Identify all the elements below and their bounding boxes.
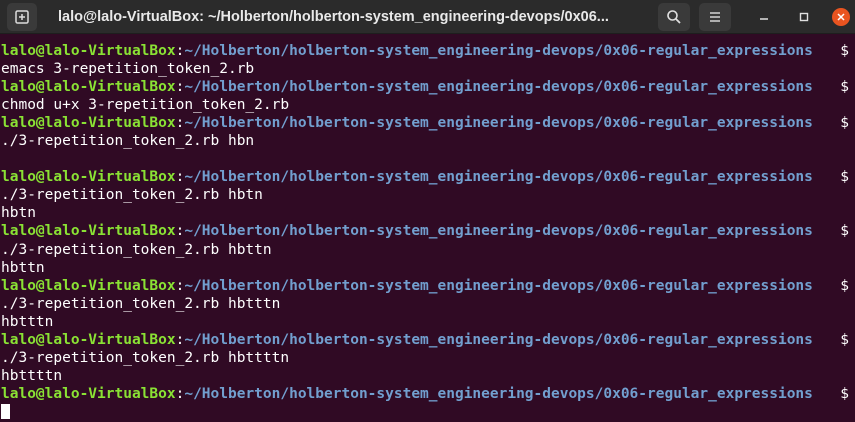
prompt-path: ~/Holberton/holberton-system_engineering… [184, 331, 813, 348]
prompt-dollar: $ [840, 79, 849, 96]
close-button[interactable] [832, 8, 850, 26]
command-line: emacs 3-repetition_token_2.rb [1, 61, 255, 78]
prompt-dollar: $ [840, 43, 849, 59]
prompt-user: lalo@lalo-VirtualBox [1, 169, 176, 186]
hamburger-menu-icon [710, 12, 720, 22]
prompt-user: lalo@lalo-VirtualBox [1, 79, 176, 96]
output-line: hbtttn [1, 313, 54, 330]
command-line: ./3-repetition_token_2.rb hbn [1, 133, 255, 150]
search-icon [667, 10, 681, 24]
prompt-path: ~/Holberton/holberton-system_engineering… [184, 79, 813, 96]
prompt-line: lalo@lalo-VirtualBox:~/Holberton/holbert… [1, 168, 849, 186]
prompt-path: ~/Holberton/holberton-system_engineering… [184, 385, 813, 402]
maximize-button[interactable] [795, 8, 813, 26]
minimize-icon [760, 18, 768, 20]
prompt-dollar: $ [840, 223, 849, 240]
prompt-path: ~/Holberton/holberton-system_engineering… [184, 223, 813, 240]
prompt-path: ~/Holberton/holberton-system_engineering… [184, 115, 813, 132]
prompt-line: lalo@lalo-VirtualBox:~/Holberton/holbert… [1, 222, 849, 240]
prompt-user: lalo@lalo-VirtualBox [1, 331, 176, 348]
title-bar: lalo@lalo-VirtualBox: ~/Holberton/holber… [0, 0, 855, 34]
command-line: ./3-repetition_token_2.rb hbtn [1, 187, 263, 204]
search-button[interactable] [658, 3, 690, 31]
minimize-button[interactable] [755, 8, 773, 26]
command-line: ./3-repetition_token_2.rb hbttttn [1, 349, 290, 366]
prompt-dollar: $ [840, 169, 849, 186]
prompt-user: lalo@lalo-VirtualBox [1, 385, 176, 402]
prompt-line: lalo@lalo-VirtualBox:~/Holberton/holbert… [1, 331, 849, 349]
window-title: lalo@lalo-VirtualBox: ~/Holberton/holber… [58, 9, 609, 25]
prompt-line: lalo@lalo-VirtualBox:~/Holberton/holbert… [1, 78, 849, 96]
prompt-line: lalo@lalo-VirtualBox:~/Holberton/holbert… [1, 114, 849, 132]
command-line: ./3-repetition_token_2.rb hbtttn [1, 295, 281, 312]
prompt-path: ~/Holberton/holberton-system_engineering… [184, 277, 813, 294]
prompt-user: lalo@lalo-VirtualBox [1, 277, 176, 294]
prompt-line: lalo@lalo-VirtualBox:~/Holberton/holbert… [1, 277, 849, 295]
maximize-icon [799, 12, 809, 22]
command-line: ./3-repetition_token_2.rb hbttn [1, 241, 272, 258]
prompt-line: lalo@lalo-VirtualBox:~/Holberton/holbert… [1, 385, 849, 403]
prompt-path: ~/Holberton/holberton-system_engineering… [184, 43, 813, 59]
close-icon [837, 13, 845, 21]
terminal-output[interactable]: lalo@lalo-VirtualBox:~/Holberton/holbert… [1, 42, 851, 422]
input-line[interactable] [1, 403, 851, 421]
menu-button[interactable] [699, 3, 731, 31]
prompt-dollar: $ [840, 385, 849, 402]
output-line: hbttn [1, 259, 45, 276]
prompt-path: ~/Holberton/holberton-system_engineering… [184, 169, 813, 186]
prompt-dollar: $ [840, 331, 849, 348]
prompt-dollar: $ [840, 277, 849, 294]
prompt-user: lalo@lalo-VirtualBox [1, 43, 176, 59]
prompt-line: lalo@lalo-VirtualBox:~/Holberton/holbert… [1, 42, 849, 60]
output-line: hbttttn [1, 367, 63, 384]
output-line: hbtn [1, 205, 36, 222]
new-tab-button[interactable] [7, 3, 37, 31]
text-cursor [1, 404, 10, 420]
new-tab-icon [15, 10, 29, 24]
prompt-dollar: $ [840, 115, 849, 132]
prompt-user: lalo@lalo-VirtualBox [1, 115, 176, 132]
command-line: chmod u+x 3-repetition_token_2.rb [1, 97, 290, 114]
prompt-user: lalo@lalo-VirtualBox [1, 223, 176, 240]
